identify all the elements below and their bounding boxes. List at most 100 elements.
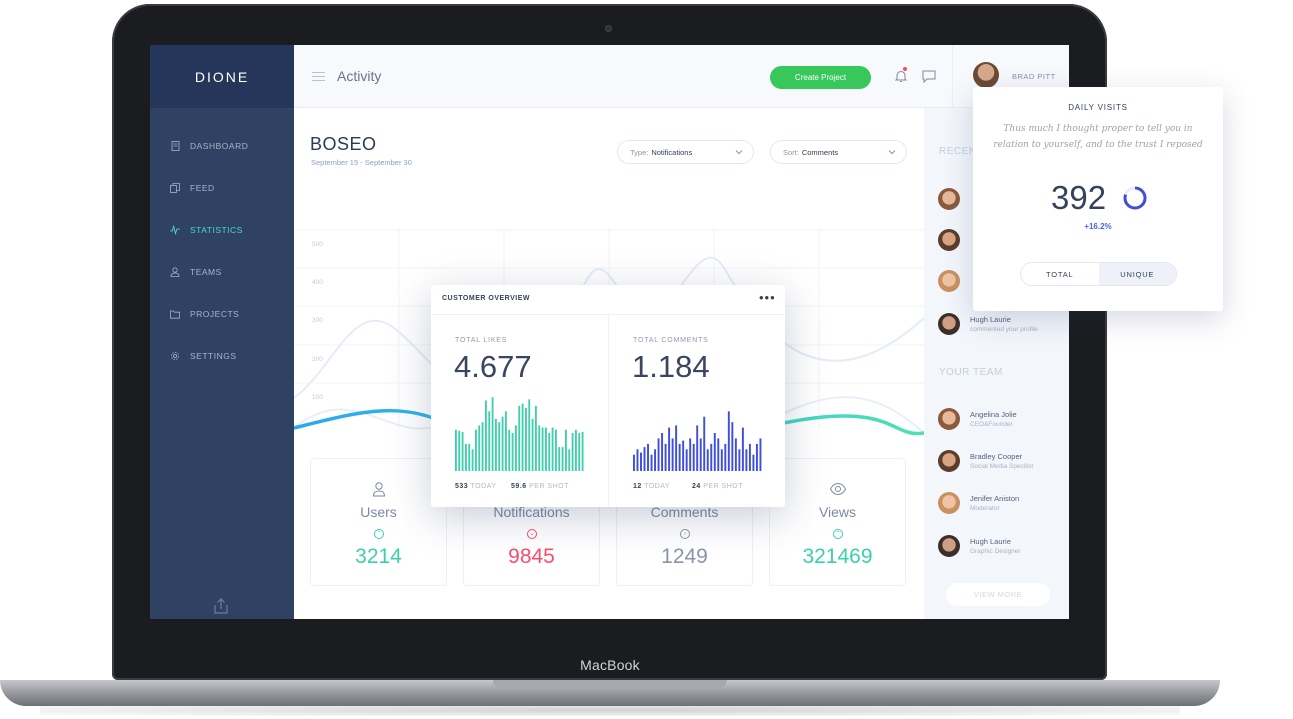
bar (748, 443, 751, 471)
stat-label: Users (360, 504, 397, 520)
avatar (938, 492, 960, 514)
bar (678, 443, 681, 471)
person-role: Social Media Specilist (970, 463, 1034, 470)
bar (481, 422, 484, 471)
gear-icon (170, 351, 180, 361)
recent-item[interactable]: Hugh Laurie commented your profile (938, 313, 1068, 339)
metric-label: TOTAL COMMENTS (633, 337, 709, 344)
date-range: September 15 - September 30 (311, 158, 412, 167)
bar (706, 449, 709, 471)
per-shot-label: PER SHOT (529, 483, 569, 490)
team-member[interactable]: Bradley Cooper Social Media Specilist (938, 450, 1068, 476)
sidebar-item-projects[interactable]: PROJECTS (170, 309, 239, 319)
bar (461, 431, 464, 471)
card-description: Thus much I thought proper to tell you i… (993, 124, 1203, 150)
stat-value: 321469 (802, 545, 873, 568)
document-icon (170, 141, 180, 151)
team-member[interactable]: Angelina Jolie CEO&Founder (938, 408, 1068, 434)
bar (455, 429, 457, 471)
toggle-unique[interactable]: UNIQUE (1098, 263, 1176, 285)
sidebar-item-label: FEED (190, 183, 215, 193)
page-title: Activity (337, 68, 382, 84)
per-shot-value: 24 (691, 483, 701, 490)
bar (458, 430, 461, 471)
select-value: Notifications (651, 147, 693, 157)
laptop-brand: MacBook (580, 657, 640, 673)
more-options-icon[interactable]: ••• (759, 290, 776, 305)
person-desc: commented your profile (970, 326, 1038, 333)
card-header: CUSTOMER OVERVIEW ••• (431, 285, 785, 315)
bar (538, 425, 541, 471)
sidebar-item-dashboard[interactable]: DASHBOARD (170, 141, 248, 151)
customer-overview-card: CUSTOMER OVERVIEW ••• TOTAL LIKES 4.677 … (431, 285, 785, 507)
bar (488, 411, 491, 471)
stat-card-views[interactable]: Views ⌃ 321469 (769, 458, 906, 586)
laptop-mockup: MacBook DIONE DASHBOARD FEED STATISTICS … (0, 0, 1293, 719)
create-project-button[interactable]: Create Project (770, 66, 871, 89)
bar (717, 438, 720, 471)
bar (636, 449, 639, 471)
toggle-total[interactable]: TOTAL (1021, 263, 1099, 285)
avatar (938, 270, 960, 292)
sidebar-item-feed[interactable]: FEED (170, 183, 215, 193)
select-prefix: Type: (630, 147, 649, 157)
user-icon (372, 482, 386, 497)
team-member[interactable]: Jenifer Aniston Moderator (938, 492, 1068, 518)
metric-label: TOTAL LIKES (455, 337, 508, 344)
sidebar-item-label: SETTINGS (190, 351, 237, 361)
share-icon[interactable] (212, 597, 230, 615)
bar (471, 449, 474, 471)
bar (478, 425, 481, 471)
avatar (938, 535, 960, 557)
comments-column: TOTAL COMMENTS 1.184 12 TODAY 24 PER SHO… (609, 315, 786, 507)
bar (518, 405, 521, 471)
bar (682, 440, 685, 471)
visits-toggle: TOTAL UNIQUE (1020, 262, 1177, 286)
sort-select[interactable]: Sort: Comments (770, 140, 907, 164)
card-title: CUSTOMER OVERVIEW (442, 295, 530, 302)
select-value: Comments (801, 147, 839, 157)
person-role: Moderator (970, 505, 1000, 512)
bar (692, 443, 695, 471)
bar (654, 449, 657, 471)
bar (508, 429, 511, 471)
bar (731, 422, 734, 471)
select-prefix: Sort: (783, 147, 799, 157)
view-more-button[interactable]: VIEW MORE (946, 583, 1050, 606)
sidebar-item-settings[interactable]: SETTINGS (170, 351, 237, 361)
bar (650, 454, 653, 471)
sidebar: DIONE DASHBOARD FEED STATISTICS TEAMS PR… (150, 45, 294, 619)
trend-right-icon: › (680, 529, 690, 539)
chat-icon[interactable] (922, 70, 936, 83)
card-title: DAILY VISITS (1068, 103, 1128, 112)
bar (575, 429, 577, 471)
person-role: Graphic Designer (970, 548, 1021, 555)
team-member[interactable]: Hugh Laurie Graphic Designer (938, 535, 1068, 561)
chevron-down-icon (888, 150, 896, 155)
eye-icon (830, 482, 846, 496)
bar (495, 418, 497, 471)
bar (521, 403, 524, 471)
sidebar-item-statistics[interactable]: STATISTICS (170, 225, 243, 235)
project-title: BOSEO (310, 134, 377, 154)
person-name: Angelina Jolie (970, 410, 1017, 419)
sidebar-item-teams[interactable]: TEAMS (170, 267, 222, 277)
bar (558, 447, 561, 471)
bar (710, 443, 713, 471)
stat-card-users[interactable]: Users ⌃ 3214 (310, 458, 447, 586)
type-select[interactable]: Type: Notifications (617, 140, 754, 164)
notification-dot (903, 67, 907, 71)
bar (501, 416, 504, 471)
bell-icon[interactable] (894, 69, 908, 83)
bar (661, 433, 664, 471)
camera (605, 25, 612, 32)
avatar (938, 229, 960, 251)
bar (745, 449, 748, 471)
menu-icon[interactable] (312, 72, 325, 81)
sidebar-item-label: PROJECTS (190, 309, 240, 319)
metric-footer: 12 TODAY 24 PER SHOT (633, 483, 743, 490)
bar (578, 433, 581, 471)
today-label: TODAY (644, 483, 670, 490)
per-shot-label: PER SHOT (703, 483, 744, 490)
bar (657, 438, 660, 471)
